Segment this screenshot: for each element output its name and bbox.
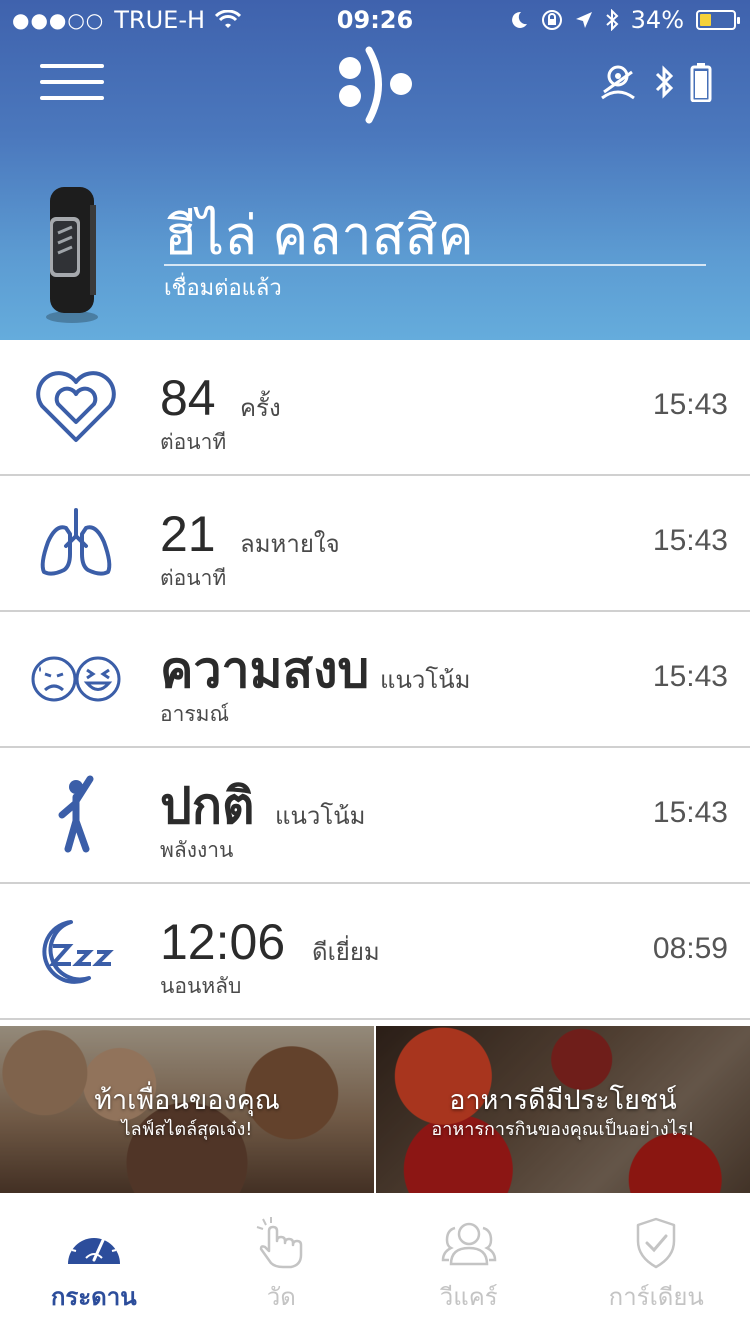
metric-label: อารมณ์ — [160, 702, 230, 726]
tab-guardian[interactable]: การ์เดียน — [563, 1193, 750, 1334]
metric-value: ความสงบ — [160, 642, 370, 698]
metric-row-heart-rate[interactable]: 84 ครั้ง ต่อนาที 15:43 — [0, 340, 750, 476]
metric-label: ต่อนาที — [160, 430, 227, 454]
app-logo-icon — [339, 46, 412, 124]
heart-icon — [30, 367, 122, 447]
bluetooth-icon — [655, 65, 674, 99]
status-right: 34% — [509, 6, 740, 34]
bluetooth-small-icon — [605, 9, 619, 31]
tab-label: การ์เดียน — [608, 1283, 704, 1311]
tab-label: วัด — [266, 1283, 296, 1311]
metric-value: ปกติ — [160, 778, 255, 834]
metric-value: 21 — [160, 506, 216, 562]
tab-label: วีแคร์ — [439, 1283, 498, 1311]
hamburger-menu-icon[interactable] — [40, 64, 104, 102]
metric-label: พลังงาน — [160, 838, 234, 862]
metric-unit: ดีเยี่ยม — [312, 938, 380, 966]
healthy-food-banner[interactable]: อาหารดีมีประโยชน์ อาหารการกินของคุณเป็นอ… — [376, 1026, 750, 1193]
metric-time: 15:43 — [652, 796, 728, 829]
metric-time: 08:59 — [652, 932, 728, 965]
metric-time: 15:43 — [652, 524, 728, 557]
promo-banners: ท้าเพื่อนของคุณ ไลฟ์สไตล์สุดเจ๋ง! อาหารด… — [0, 1026, 750, 1193]
header: ●●●○○ TRUE-H 09:26 34% ฮีไล่ คลาสสิค เชื… — [0, 0, 750, 340]
person-energy-icon — [30, 775, 122, 855]
wristband-device-image — [46, 187, 98, 323]
battery-percent: 34% — [630, 6, 684, 34]
metric-unit: แนวโน้ม — [275, 802, 366, 830]
status-bar: ●●●○○ TRUE-H 09:26 34% — [0, 0, 750, 40]
metric-row-sleep[interactable]: 12:06 ดีเยี่ยม นอนหลับ 08:59 — [0, 884, 750, 1020]
rotation-lock-icon — [541, 10, 562, 30]
metric-row-energy[interactable]: ปกติ แนวโน้ม พลังงาน 15:43 — [0, 748, 750, 884]
sleep-moon-icon — [30, 911, 122, 991]
tab-measure[interactable]: วัด — [188, 1193, 376, 1334]
moon-icon — [511, 11, 527, 28]
location-pin-icon[interactable] — [598, 62, 638, 102]
metric-time: 15:43 — [652, 388, 728, 421]
mood-faces-icon — [30, 639, 122, 719]
banner-subtitle: ไลฟ์สไตล์สุดเจ๋ง! — [121, 1119, 253, 1140]
tap-hand-icon — [251, 1217, 311, 1269]
metrics-list: 84 ครั้ง ต่อนาที 15:43 21 ลมหายใจ ต่อนาท… — [0, 340, 750, 1020]
metric-value: 84 — [160, 370, 216, 426]
shield-check-icon — [626, 1217, 686, 1269]
device-divider — [164, 264, 706, 266]
header-status-icons — [598, 62, 712, 102]
metric-time: 15:43 — [652, 660, 728, 693]
battery-fill — [700, 14, 711, 26]
metric-label: ต่อนาที — [160, 566, 227, 590]
lungs-icon — [30, 503, 122, 583]
tab-wecare[interactable]: วีแคร์ — [375, 1193, 563, 1334]
metric-unit: ลมหายใจ — [240, 530, 340, 558]
battery-indicator-icon — [696, 10, 740, 30]
banner-subtitle: อาหารการกินของคุณเป็นอย่างไร! — [431, 1119, 695, 1140]
metric-unit: แนวโน้ม — [380, 666, 471, 694]
battery-icon — [690, 63, 712, 102]
challenge-friends-banner[interactable]: ท้าเพื่อนของคุณ ไลฟ์สไตล์สุดเจ๋ง! — [0, 1026, 374, 1193]
metric-row-mood[interactable]: ความสงบ แนวโน้ม อารมณ์ 15:43 — [0, 612, 750, 748]
metric-value: 12:06 — [160, 914, 286, 970]
tab-label: กระดาน — [50, 1283, 137, 1311]
dashboard-gauge-icon — [64, 1217, 124, 1269]
location-arrow-icon — [575, 12, 592, 28]
metric-unit: ครั้ง — [240, 394, 281, 422]
device-connection-status: เชื่อมต่อแล้ว — [164, 276, 282, 301]
metric-label: นอนหลับ — [160, 974, 242, 998]
tab-bar: กระดาน วัด วีแคร์ การ์เดียน — [0, 1193, 750, 1334]
tab-dashboard[interactable]: กระดาน — [0, 1193, 188, 1334]
metric-row-breathing[interactable]: 21 ลมหายใจ ต่อนาที 15:43 — [0, 476, 750, 612]
people-icon — [439, 1217, 499, 1269]
